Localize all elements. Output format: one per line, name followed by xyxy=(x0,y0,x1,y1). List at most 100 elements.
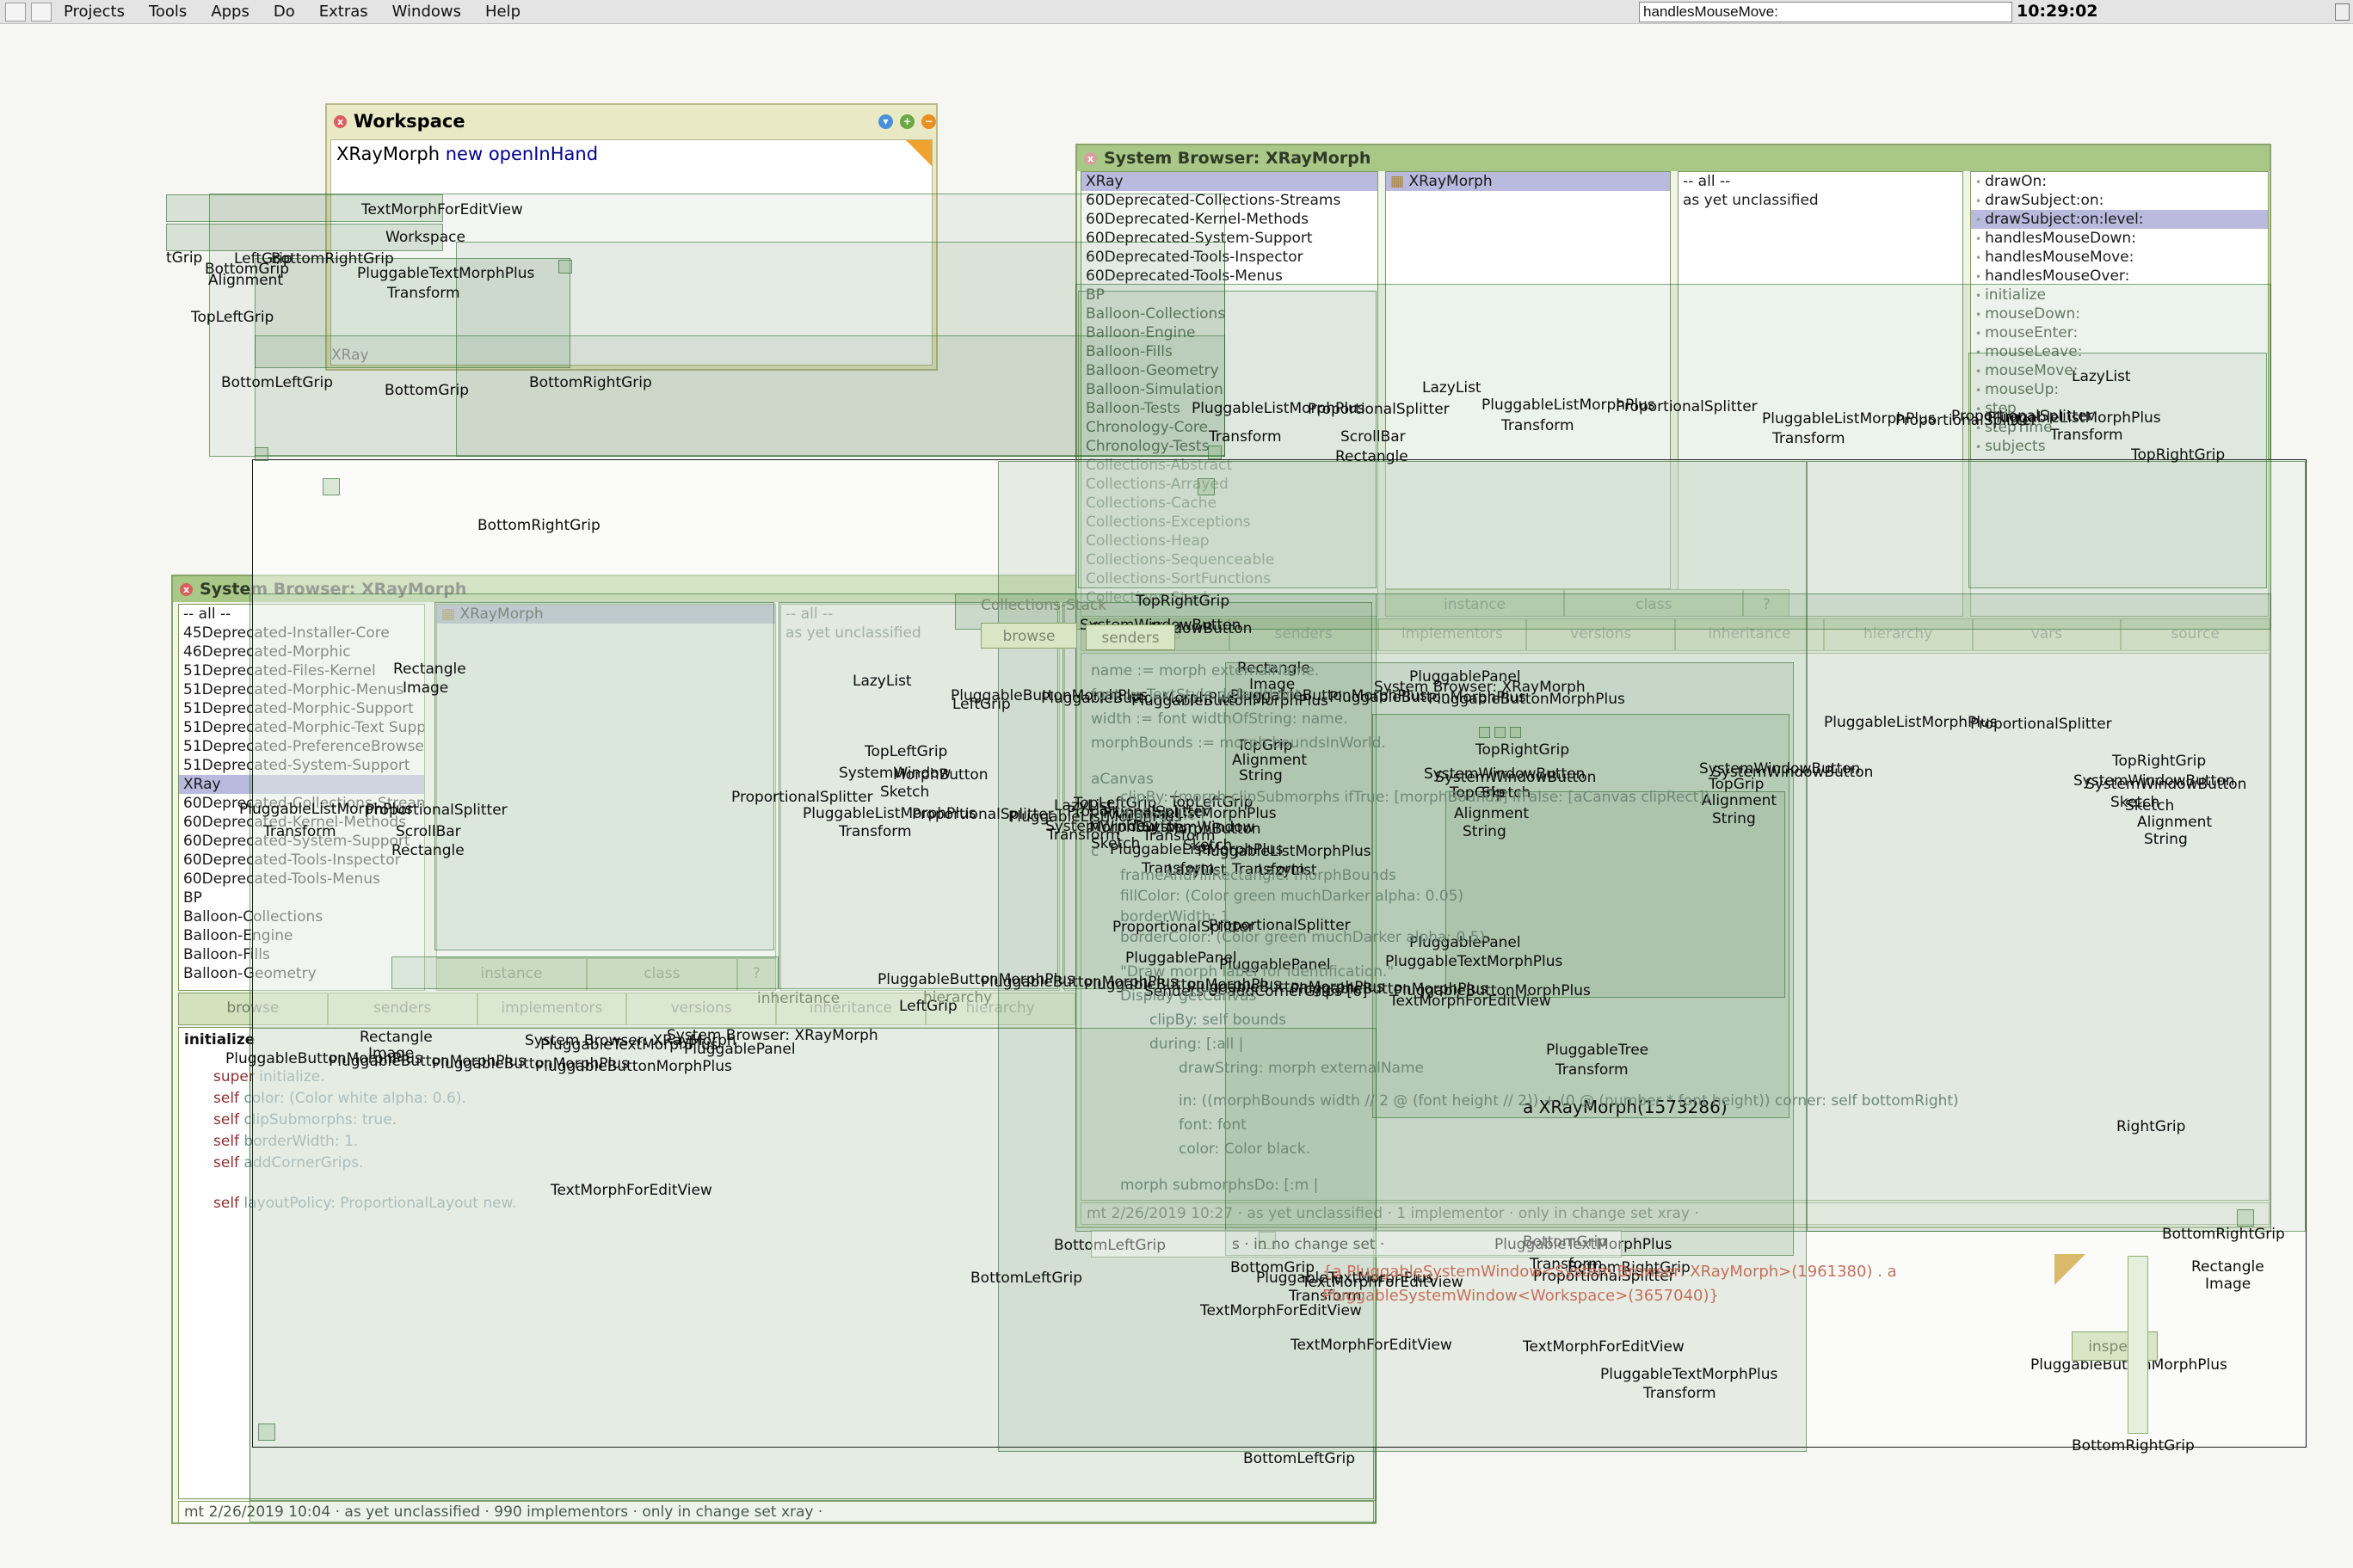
xray-label: Transform xyxy=(1209,428,1282,446)
xray-label: PluggableTextMorphPlus xyxy=(1600,1366,1777,1383)
xray-label: Alignment xyxy=(1232,752,1307,769)
workspace-title: Workspace xyxy=(354,111,465,132)
code-line: morph submorphsDo: [:m | xyxy=(1120,1177,1318,1194)
code-line: borderWidth: 1 xyxy=(1120,908,1229,925)
xray-label: PluggablePanel xyxy=(684,1041,796,1058)
hidden-browse-button[interactable]: browse xyxy=(981,623,1077,649)
code-line: font := TextStyle defaultFont. xyxy=(1091,686,1305,704)
grip-handle[interactable] xyxy=(258,1423,275,1441)
grip-handle[interactable] xyxy=(323,478,340,495)
code-line: aCanvas xyxy=(1091,771,1154,788)
grip-handle[interactable] xyxy=(2237,1209,2254,1227)
xray-label: TextMorphForEditView xyxy=(551,1182,712,1199)
xray-label: Alignment xyxy=(1702,792,1777,809)
xray-label: String xyxy=(1463,823,1506,840)
code-line: Display getCanvas xyxy=(1120,987,1256,1005)
unsaved-corner-flag xyxy=(906,140,932,166)
menu-icon[interactable]: ▾ xyxy=(878,114,893,129)
menu-item-extras[interactable]: Extras xyxy=(307,1,380,22)
list-item[interactable]: -- all -- xyxy=(1679,172,1962,191)
menu-item-help[interactable]: Help xyxy=(473,1,533,22)
workspace-code: XRayMorph xyxy=(336,144,446,164)
list-item[interactable]: •drawSubject:on:level: xyxy=(1971,210,2268,229)
xray-label: Rectangle xyxy=(1335,448,1408,465)
calendar-icon[interactable] xyxy=(2335,3,2350,21)
menu-item-apps[interactable]: Apps xyxy=(199,1,262,22)
code-line: initialize xyxy=(184,1031,255,1048)
xray-label: XRay xyxy=(331,347,369,364)
xray-label: TopRightGrip xyxy=(1136,593,1229,610)
expand-icon[interactable]: + xyxy=(900,114,915,129)
xray-label: Rectangle xyxy=(360,1029,433,1046)
code-line: drawString: morph externalName xyxy=(1179,1060,1424,1077)
xray-label: Alignment xyxy=(1454,805,1529,822)
grip-handle[interactable] xyxy=(1208,446,1222,459)
menu-item-do[interactable]: Do xyxy=(262,1,307,22)
xray-label: Sketch xyxy=(2125,797,2174,815)
xray-label: LeftGrip xyxy=(952,696,1011,713)
code-line: during: [:c | xyxy=(1120,807,1205,824)
xray-label: Workspace xyxy=(385,229,465,246)
xray-label: ProportionalSplitter xyxy=(366,802,508,819)
grip-handle[interactable] xyxy=(558,260,572,274)
xray-label: BottomRightGrip xyxy=(2162,1226,2285,1243)
xray-label: Transform xyxy=(263,823,336,840)
xray-label: TopRightGrip xyxy=(2131,446,2225,464)
code-line: during: [:all | xyxy=(1149,1036,1243,1053)
xray-label: System Browser: XRayMorph xyxy=(1374,679,1586,696)
xray-label: TextMorphForEditView xyxy=(1200,1302,1362,1319)
hidden-senders-button[interactable]: senders xyxy=(1086,624,1175,650)
xray-label: BottomLeftGrip xyxy=(1243,1450,1355,1467)
grip-handle[interactable] xyxy=(1198,478,1215,495)
xray-label: ProportionalSplitter xyxy=(1308,401,1450,418)
xray-label: Rectangle xyxy=(2191,1258,2264,1276)
mouse-icon[interactable] xyxy=(31,3,52,22)
scrollbar[interactable] xyxy=(2128,1256,2148,1434)
xray-label: TopRightGrip xyxy=(1475,741,1569,759)
grip-handle[interactable] xyxy=(1494,727,1506,738)
close-icon[interactable]: x xyxy=(180,583,193,596)
xray-label: BottomRightGrip xyxy=(529,374,652,391)
xray-label: TextMorphForEditView xyxy=(1523,1338,1685,1356)
grip-handle[interactable] xyxy=(255,447,268,461)
menu-item-projects[interactable]: Projects xyxy=(52,1,137,22)
code-line: c xyxy=(1091,843,1099,860)
xray-label: TextMorphForEditView xyxy=(1290,1337,1452,1354)
list-item[interactable]: XRay xyxy=(1081,172,1377,191)
collapse-icon[interactable]: − xyxy=(921,114,936,129)
code-line: borderColor: (Color green muchDarker alp… xyxy=(1120,929,1490,946)
code-line: font: font xyxy=(1179,1116,1247,1134)
xray-label: Sketch xyxy=(880,784,929,801)
list-item[interactable]: •drawOn: xyxy=(1971,172,2268,191)
xray-label: inheritance xyxy=(757,990,840,1007)
list-item[interactable]: •handlesMouseMove: xyxy=(1971,248,2268,267)
list-item[interactable]: as yet unclassified xyxy=(1679,191,1962,210)
xray-box xyxy=(434,602,774,950)
menu-item-tools[interactable]: Tools xyxy=(137,1,199,22)
list-item[interactable]: •handlesMouseDown: xyxy=(1971,229,2268,248)
browser-top-titlebar[interactable]: x System Browser: XRayMorph xyxy=(1077,145,2270,171)
xray-label: ProportionalSplitter xyxy=(1951,408,2093,425)
xray-box xyxy=(1807,461,2306,1232)
workspace-titlebar[interactable]: x Workspace ▾ + − xyxy=(327,105,936,138)
menu-item-windows[interactable]: Windows xyxy=(380,1,473,22)
code-line: clipBy: (morph clipSubmorphs ifTrue: [mo… xyxy=(1120,789,1710,806)
list-item[interactable]: •drawSubject:on: xyxy=(1971,191,2268,210)
code-line: morphBounds := morph boundsInWorld. xyxy=(1091,735,1386,752)
xray-label: String xyxy=(2144,831,2188,848)
menu-search-input[interactable] xyxy=(1639,2,2012,22)
xray-label: PluggableButtonMorphPlus xyxy=(535,1058,732,1075)
squeak-logo-icon[interactable] xyxy=(5,3,26,22)
list-item[interactable]: ▦ XRayMorph xyxy=(1386,172,1670,191)
xray-label: LazyList xyxy=(2072,368,2131,385)
close-icon[interactable]: x xyxy=(334,115,347,128)
code-line: "Draw morph label for identification." xyxy=(1120,963,1394,981)
list-item[interactable]: •handlesMouseOver: xyxy=(1971,267,2268,286)
class-icon: ▦ xyxy=(1390,173,1408,190)
grip-handle[interactable] xyxy=(1510,727,1521,738)
grip-handle[interactable] xyxy=(1479,727,1490,738)
xray-label: BottomRightGrip xyxy=(477,517,601,534)
close-icon[interactable]: x xyxy=(1084,152,1097,165)
xray-label: ProportionalSplitter xyxy=(1616,398,1758,415)
clock: 10:29:02 xyxy=(2017,2,2098,21)
